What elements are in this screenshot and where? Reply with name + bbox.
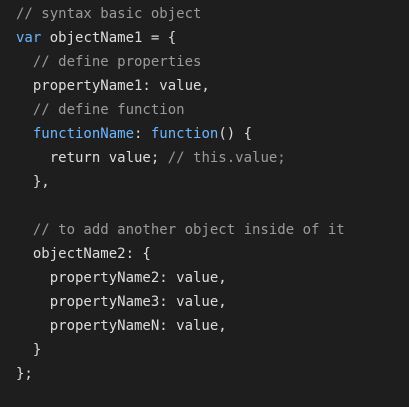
- code-line: var objectName1 = {: [16, 26, 409, 50]
- code-token-keyword: function: [150, 126, 219, 142]
- code-line: // define function: [16, 98, 409, 122]
- code-line: objectName2: {: [16, 242, 409, 266]
- code-token-comment: // this.value;: [167, 150, 286, 166]
- code-line: functionName: function() {: [16, 122, 409, 146]
- code-token-function: functionName: [32, 126, 135, 142]
- code-token-plain: () {: [218, 126, 253, 142]
- code-token-comment: // to add another object inside of it: [32, 222, 345, 238]
- code-token-comment: // syntax basic object: [16, 6, 202, 22]
- code-token-plain: :: [134, 126, 151, 142]
- code-token-plain: propertyName2: value,: [49, 270, 227, 286]
- code-line: };: [16, 362, 409, 386]
- code-token-keyword: var: [16, 30, 42, 46]
- code-block: // syntax basic object var objectName1 = …: [0, 0, 409, 407]
- code-line: propertyName2: value,: [16, 266, 409, 290]
- code-line: return value; // this.value;: [16, 146, 409, 170]
- code-token-plain: return value;: [49, 150, 168, 166]
- code-token-plain: };: [16, 366, 33, 382]
- code-line: }: [16, 338, 409, 362]
- code-line: // syntax basic object: [16, 2, 409, 26]
- code-line: propertyNameN: value,: [16, 314, 409, 338]
- code-token-comment: // define function: [32, 102, 185, 118]
- code-line: // define properties: [16, 50, 409, 74]
- code-token-plain: }: [32, 342, 42, 358]
- code-line: },: [16, 170, 409, 194]
- code-lines: // syntax basic object var objectName1 = …: [16, 2, 409, 386]
- code-line: // to add another object inside of it: [16, 218, 409, 242]
- code-token-comment: // define properties: [32, 54, 202, 70]
- code-token-plain: propertyName3: value,: [49, 294, 227, 310]
- code-token-plain: objectName2: {: [32, 246, 151, 262]
- code-token-plain: propertyName1: value,: [32, 78, 210, 94]
- code-line: propertyName3: value,: [16, 290, 409, 314]
- code-token-plain: propertyNameN: value,: [49, 318, 227, 334]
- code-line: propertyName1: value,: [16, 74, 409, 98]
- code-token-plain: },: [32, 174, 50, 190]
- code-token-plain: objectName1 = {: [41, 30, 177, 46]
